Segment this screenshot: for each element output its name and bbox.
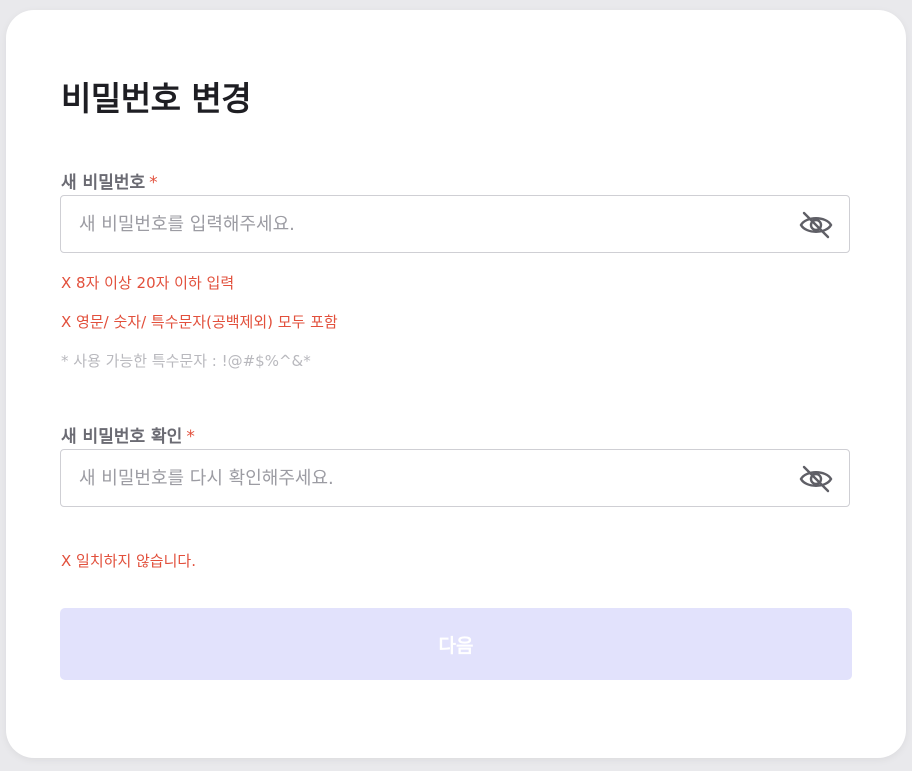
new-password-input[interactable] — [79, 196, 779, 252]
required-mark: * — [186, 427, 195, 447]
mismatch-error: X 일치하지 않습니다. — [61, 552, 196, 570]
eye-off-icon[interactable] — [799, 210, 833, 240]
special-characters-hint: * 사용 가능한 특수문자 : !@#$%^&* — [61, 352, 311, 370]
new-password-field — [60, 195, 850, 253]
confirm-password-field — [60, 449, 850, 507]
confirm-password-label-text: 새 비밀번호 확인 — [61, 427, 183, 447]
new-password-label: 새 비밀번호 * — [61, 168, 158, 193]
confirm-password-input[interactable] — [79, 450, 779, 506]
next-button[interactable]: 다음 — [60, 608, 852, 680]
required-mark: * — [149, 173, 158, 193]
password-change-card: 비밀번호 변경 새 비밀번호 * X 8자 이상 20자 이하 입력 X 영문/ … — [6, 10, 906, 758]
confirm-password-label: 새 비밀번호 확인 * — [61, 422, 195, 447]
page-title: 비밀번호 변경 — [61, 79, 252, 118]
rule-length-error: X 8자 이상 20자 이하 입력 — [61, 274, 235, 292]
eye-off-icon[interactable] — [799, 464, 833, 494]
new-password-label-text: 새 비밀번호 — [61, 173, 146, 193]
rule-composition-error: X 영문/ 숫자/ 특수문자(공백제외) 모두 포함 — [61, 313, 338, 331]
